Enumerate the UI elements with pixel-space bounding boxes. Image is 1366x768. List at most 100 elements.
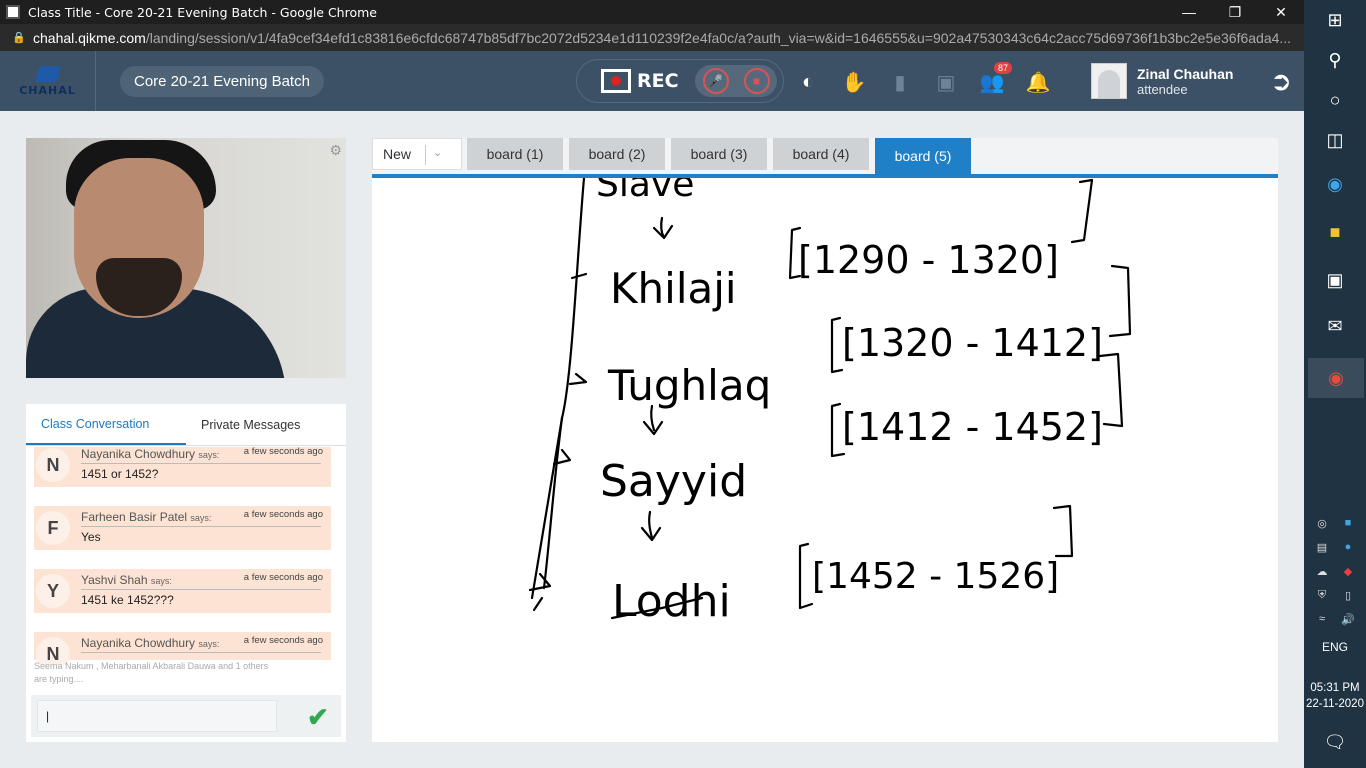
record-button[interactable]: REC: [601, 69, 679, 93]
board-text-tughlaq-range: [1320 - 1412]: [842, 321, 1103, 365]
board-text-sayyid: Sayyid: [600, 456, 747, 507]
tab-board-2[interactable]: board (2): [569, 138, 665, 170]
close-icon[interactable]: ✕: [1258, 0, 1304, 24]
address-bar[interactable]: 🔒 chahal.qikme.com /landing/session/v1/4…: [0, 24, 1304, 51]
avatar: Y: [36, 574, 70, 608]
sender-name: Farheen Basir Patel: [81, 510, 188, 524]
tray-camera-icon[interactable]: ◎: [1312, 514, 1332, 532]
search-icon[interactable]: ⚲: [1319, 44, 1351, 76]
message-time: a few seconds ago: [243, 447, 323, 457]
gear-icon[interactable]: ⚙: [329, 142, 342, 159]
window-title: Class Title - Core 20-21 Evening Batch -…: [28, 4, 377, 20]
lock-icon: 🔒: [12, 32, 26, 44]
task-view-icon[interactable]: ◫: [1319, 124, 1351, 156]
chrome-icon[interactable]: ◉: [1308, 358, 1364, 398]
battery-icon[interactable]: ▯: [1338, 586, 1358, 604]
message-time: a few seconds ago: [243, 635, 323, 646]
chat-input[interactable]: |: [37, 700, 277, 732]
tray-anydesk-icon[interactable]: ◆: [1338, 562, 1358, 580]
down-arrow: [642, 404, 664, 436]
notification-center-icon[interactable]: 🗨: [1319, 726, 1351, 758]
participants-icon[interactable]: 👥 87: [978, 62, 1012, 96]
volume-icon[interactable]: 🔊: [1338, 610, 1358, 628]
minimize-icon[interactable]: —: [1166, 0, 1212, 24]
tab-board-1[interactable]: board (1): [467, 138, 563, 170]
record-icon: [601, 69, 631, 93]
list-item: N Nayanika Chowdhury says: a few seconds…: [34, 632, 331, 665]
message-time: a few seconds ago: [243, 572, 323, 583]
file-explorer-icon[interactable]: ■: [1319, 216, 1351, 248]
tray-teamviewer-icon[interactable]: ●: [1338, 538, 1358, 556]
tab-board-4[interactable]: board (4): [773, 138, 869, 170]
windows-taskbar: ⊞ ⚲ ○ ◫ ◉ ■ ▣ ✉ ◉ ◎ ■ ▤ ● ☁ ◆ ⛨ ▯ ≈ 🔊 EN…: [1304, 0, 1366, 768]
connector-line: [532, 596, 544, 612]
clock-date: 22-11-2020: [1306, 698, 1364, 710]
tab-board-3[interactable]: board (3): [671, 138, 767, 170]
windows-start-icon[interactable]: ⊞: [1319, 4, 1351, 36]
raise-hand-icon[interactable]: ✋: [840, 68, 868, 96]
drawing-canvas[interactable]: Slave Khilaji [1290 - 1320] Tughlaq [132…: [372, 178, 1278, 742]
layout-icon[interactable]: ▮: [886, 68, 914, 96]
camera-off-icon[interactable]: ■: [743, 68, 770, 94]
notification-bell-icon[interactable]: 🔔: [1024, 68, 1052, 96]
user-profile[interactable]: Zinal Chauhan attendee: [1091, 63, 1233, 99]
tray-network-icon[interactable]: ■: [1338, 514, 1358, 532]
tab-class-conversation[interactable]: Class Conversation: [26, 404, 186, 445]
down-arrow: [640, 510, 662, 542]
send-check-icon[interactable]: ✔: [307, 702, 329, 733]
board-tab-bar: New ⌄ board (1) board (2) board (3) boar…: [372, 138, 1278, 178]
user-role: attendee: [1137, 81, 1188, 97]
tray-security-icon[interactable]: ⛨: [1312, 586, 1332, 604]
bracket: [830, 316, 844, 374]
url-host: chahal.qikme.com: [33, 29, 146, 46]
mic-off-icon[interactable]: 🎤: [702, 68, 729, 94]
logout-icon[interactable]: ➲: [1266, 66, 1296, 96]
store-icon[interactable]: ▣: [1319, 264, 1351, 296]
class-name-pill: Core 20-21 Evening Batch: [120, 65, 324, 97]
rec-label: REC: [637, 70, 679, 92]
pie-chart-icon[interactable]: ◐: [794, 68, 822, 96]
video-feed: ⚙: [26, 138, 346, 378]
arrow-mark: [570, 272, 588, 280]
chevron-down-icon[interactable]: ⌄: [433, 146, 442, 159]
chahal-logo: CHAHAL: [0, 51, 96, 111]
arrow-mark: [568, 372, 588, 386]
bracket: [1098, 352, 1124, 428]
tab-board-5[interactable]: board (5): [875, 138, 971, 174]
media-toggle-group: 🎤 ■: [695, 65, 777, 97]
board-text-khilaji-range: [1290 - 1320]: [798, 238, 1059, 282]
mail-icon[interactable]: ✉: [1319, 310, 1351, 342]
bracket: [798, 542, 814, 610]
bracket: [1070, 178, 1094, 244]
sender-name: Yashvi Shah: [81, 573, 148, 587]
board-text-sayyid-range: [1412 - 1452]: [842, 405, 1103, 449]
message-list[interactable]: N Nayanika Chowdhury says: a few seconds…: [26, 447, 346, 665]
user-name: Zinal Chauhan: [1137, 65, 1234, 82]
system-clock[interactable]: 05:31 PM 22-11-2020: [1304, 680, 1366, 712]
restore-icon[interactable]: ❐: [1212, 0, 1258, 24]
list-item: F Farheen Basir Patel says: a few second…: [34, 506, 331, 550]
board-text-lodhi-range: [1452 - 1526]: [812, 556, 1059, 597]
message-time: a few seconds ago: [243, 509, 323, 520]
cortana-icon[interactable]: ○: [1319, 84, 1351, 116]
chat-panel: Class Conversation Private Messages N Na…: [26, 404, 346, 742]
logo-text: CHAHAL: [19, 83, 76, 97]
participants-badge: 87: [993, 62, 1012, 74]
language-indicator[interactable]: ENG: [1304, 640, 1366, 654]
whiteboard: New ⌄ board (1) board (2) board (3) boar…: [372, 138, 1278, 742]
bracket: [1108, 264, 1132, 338]
tray-device-icon[interactable]: ▤: [1312, 538, 1332, 556]
message-text: 1451 ke 1452???: [81, 593, 174, 607]
edge-icon[interactable]: ◉: [1319, 168, 1351, 200]
wifi-icon[interactable]: ≈: [1312, 610, 1332, 628]
board-text-slave: Slave: [596, 178, 694, 205]
board-text-tughlaq: Tughlaq: [607, 361, 771, 410]
new-label: New: [383, 146, 412, 162]
screen-share-icon[interactable]: ▣: [932, 68, 960, 96]
tray-onedrive-icon[interactable]: ☁: [1312, 562, 1332, 580]
new-board-button[interactable]: New ⌄: [372, 138, 462, 170]
list-item: Y Yashvi Shah says: a few seconds ago 14…: [34, 569, 331, 613]
tab-private-messages[interactable]: Private Messages: [186, 404, 346, 445]
message-composer: | ✔: [31, 695, 341, 737]
list-item: N Nayanika Chowdhury says: a few seconds…: [34, 447, 331, 487]
